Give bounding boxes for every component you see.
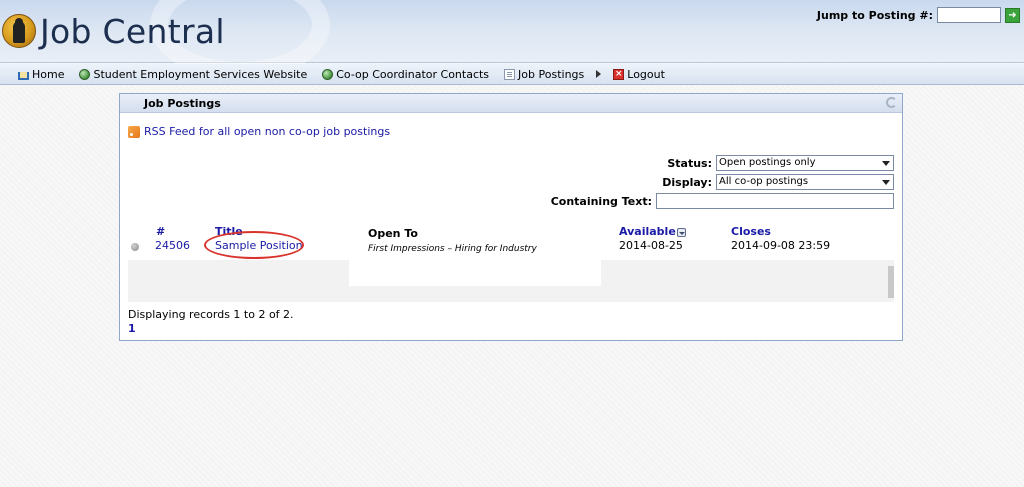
nav-home-label: Home [32,67,65,81]
jump-to-posting: Jump to Posting #: ➜ [817,7,1020,23]
jump-input[interactable] [937,7,1001,23]
globe-icon [322,68,334,80]
records-summary: Displaying records 1 to 2 of 2. [128,308,294,321]
containing-text-label: Containing Text: [550,194,652,208]
display-select[interactable]: All co-op postings [716,174,894,190]
submenu-arrow-icon[interactable] [596,70,602,78]
nav-coop-contacts[interactable]: Co-op Coordinator Contacts [322,68,489,81]
scrollbar[interactable] [888,266,894,298]
blank-row-area [128,260,894,302]
nav-logout-label: Logout [627,67,665,81]
filters: Status: Open postings only Display: All … [434,155,894,212]
app-header: Job Central Jump to Posting #: ➜ [0,0,1024,80]
globe-icon [79,68,91,80]
panel-header: Job Postings [120,94,902,113]
status-value: Open postings only [719,157,816,168]
rss-label: RSS Feed for all open non co-op job post… [144,125,391,138]
home-icon [18,71,29,80]
column-available[interactable]: Available [619,225,676,238]
nav-home[interactable]: Home [18,68,64,81]
display-label: Display: [662,175,712,189]
jump-label: Jump to Posting #: [816,8,933,22]
app-title: Job Central [40,12,225,51]
nav-coop-label: Co-op Coordinator Contacts [336,67,490,81]
posting-open-to: First Impressions – Hiring for Industry [368,244,537,254]
job-central-logo [2,14,36,48]
rss-icon [128,125,140,138]
nav-ses-website[interactable]: Student Employment Services Website [79,68,307,81]
posting-closes: 2014-09-08 23:59 [731,239,831,252]
posting-available: 2014-08-25 [619,239,683,252]
document-icon [504,68,516,80]
status-select[interactable]: Open postings only [716,155,894,171]
job-postings-panel: Job Postings RSS Feed for all open non c… [119,93,903,341]
page-link[interactable]: 1 [128,322,136,335]
rss-feed-link[interactable]: RSS Feed for all open non co-op job post… [128,125,390,138]
arrow-right-icon[interactable]: ➜ [1005,7,1020,23]
sort-icon[interactable] [676,227,686,237]
nav-job-postings-label: Job Postings [518,67,585,81]
column-closes[interactable]: Closes [731,225,771,238]
display-value: All co-op postings [719,176,809,187]
posting-number-link[interactable]: 24506 [155,239,190,252]
panel-title: Job Postings [144,97,221,110]
nav-job-postings[interactable]: Job Postings [504,68,584,81]
chevron-down-icon [880,157,892,169]
containing-text-input[interactable] [656,193,894,209]
chevron-down-icon [880,176,892,188]
status-dot-icon [131,243,139,251]
column-number[interactable]: # [156,225,165,238]
nav-logout[interactable]: × Logout [613,68,665,81]
highlight-circle [204,231,304,259]
nav-ses-label: Student Employment Services Website [93,67,308,81]
logout-icon: × [613,68,625,80]
main-nav: Home Student Employment Services Website… [0,64,1024,85]
refresh-icon[interactable] [886,97,897,108]
status-label: Status: [667,156,712,170]
